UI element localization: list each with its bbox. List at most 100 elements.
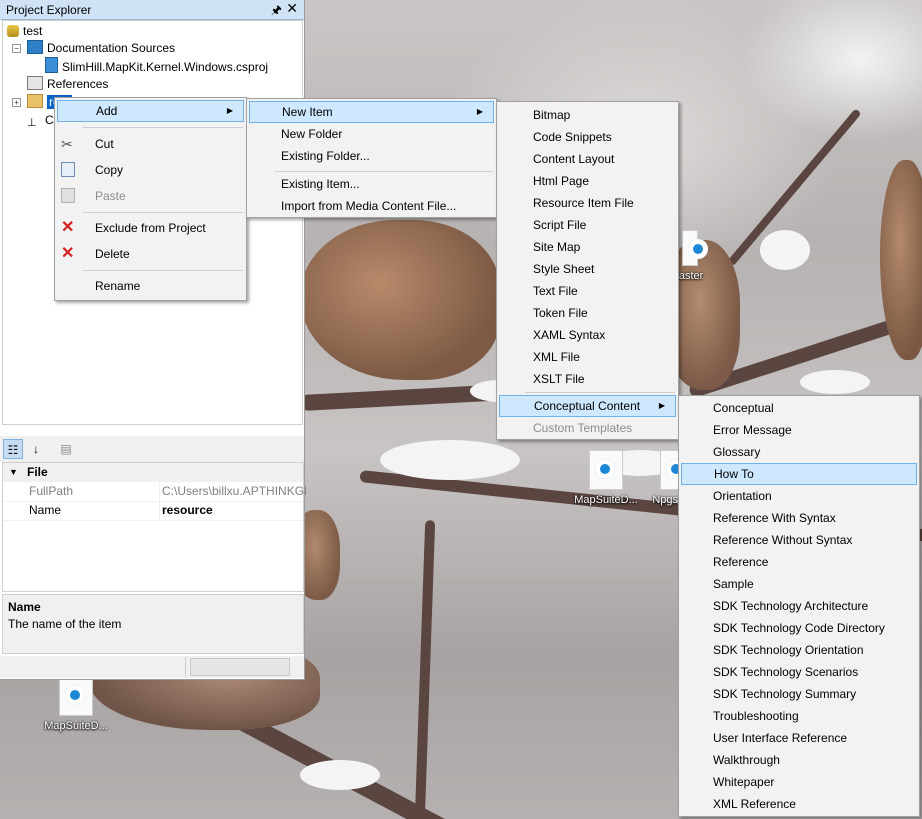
menu-item-conceptual-option[interactable]: Orientation: [681, 485, 917, 507]
menu-item-conceptual-option[interactable]: Reference Without Syntax: [681, 529, 917, 551]
menu-item-new-item-option[interactable]: Script File: [499, 214, 676, 236]
menu-item-new-item-option[interactable]: XML File: [499, 346, 676, 368]
menu-item-conceptual-option[interactable]: SDK Technology Summary: [681, 683, 917, 705]
properties-toolbar: ☷ ↓ ▤: [0, 436, 304, 462]
submenu-arrow-icon: ▶: [476, 107, 483, 116]
menu-item-conceptual-option[interactable]: Reference With Syntax: [681, 507, 917, 529]
snow: [800, 370, 870, 394]
references-icon: [27, 76, 43, 90]
menu-item-copy[interactable]: Copy: [57, 159, 244, 181]
status-bar: [0, 656, 304, 678]
menu-item-conceptual-option[interactable]: Glossary: [681, 441, 917, 463]
menu-item-new-item-option[interactable]: Text File: [499, 280, 676, 302]
categorized-icon[interactable]: ☷: [3, 439, 23, 459]
snow: [300, 760, 380, 790]
divider: [185, 657, 186, 677]
snow: [380, 440, 520, 480]
project-icon: [7, 25, 19, 37]
property-row-name[interactable]: Name resource: [3, 501, 303, 521]
menu-item-conceptual-option[interactable]: Whitepaper: [681, 771, 917, 793]
menu-item-exclude[interactable]: ✕ Exclude from Project: [57, 217, 244, 239]
menu-item-conceptual-option[interactable]: SDK Technology Architecture: [681, 595, 917, 617]
menu-item-rename[interactable]: Rename: [57, 275, 244, 297]
menu-item-conceptual-option[interactable]: Conceptual: [681, 397, 917, 419]
menu-item-new-item-option[interactable]: Content Layout: [499, 148, 676, 170]
property-pages-icon[interactable]: ▤: [56, 439, 76, 459]
separator: [525, 392, 675, 393]
menu-item-cut[interactable]: ✂ Cut: [57, 133, 244, 155]
menu-item-new-item-option[interactable]: Token File: [499, 302, 676, 324]
close-icon[interactable]: ✕: [286, 0, 298, 17]
red-x-icon: ✕: [61, 245, 75, 262]
add-submenu: New Item ▶ New Folder Existing Folder...…: [246, 98, 497, 218]
red-x-icon: ✕: [61, 219, 75, 236]
menu-item-new-item-option[interactable]: Site Map: [499, 236, 676, 258]
property-description: Name The name of the item: [2, 594, 304, 654]
menu-item-existing-folder[interactable]: Existing Folder...: [249, 145, 494, 167]
menu-item-conceptual-option[interactable]: Walkthrough: [681, 749, 917, 771]
pin-icon[interactable]: 🖈: [271, 1, 282, 22]
alphabetical-sort-icon[interactable]: ↓: [26, 439, 46, 459]
menu-item-conceptual-content[interactable]: Conceptual Content ▶: [499, 395, 676, 417]
menu-item-conceptual-option[interactable]: Reference: [681, 551, 917, 573]
submenu-arrow-icon: ▶: [658, 401, 665, 410]
menu-item-conceptual-option[interactable]: Troubleshooting: [681, 705, 917, 727]
property-row-fullpath[interactable]: FullPath C:\Users\billxu.APTHINKGEO: [3, 482, 306, 502]
tree-node-csproj[interactable]: SlimHill.MapKit.Kernel.Windows.csproj: [45, 57, 268, 75]
menu-item-new-item[interactable]: New Item ▶: [249, 101, 494, 123]
paste-icon: [61, 188, 75, 203]
menu-item-paste[interactable]: Paste: [57, 185, 244, 207]
menu-item-new-item-option[interactable]: XAML Syntax: [499, 324, 676, 346]
snow: [760, 230, 810, 270]
hierarchy-icon: ⊥: [27, 117, 37, 129]
tree-node-root[interactable]: test: [7, 22, 42, 40]
mapsuite-file-icon: [59, 676, 93, 716]
conceptual-content-submenu: Conceptual Error Message Glossary How To Ori…: [678, 395, 920, 817]
menu-item-delete[interactable]: ✕ Delete: [57, 243, 244, 265]
scissors-icon: ✂: [61, 136, 73, 152]
category-header[interactable]: ▼ File: [3, 463, 303, 482]
menu-item-conceptual-option[interactable]: SDK Technology Orientation: [681, 639, 917, 661]
menu-item-conceptual-option[interactable]: How To: [681, 463, 917, 485]
title-bar: Project Explorer 🖈 ✕: [0, 0, 304, 20]
progress-bar: [190, 658, 290, 676]
menu-item-new-item-option[interactable]: Html Page: [499, 170, 676, 192]
expand-toggle[interactable]: +: [12, 98, 21, 107]
menu-item-new-item-option[interactable]: Style Sheet: [499, 258, 676, 280]
menu-item-new-item-option[interactable]: Resource Item File: [499, 192, 676, 214]
desktop-icon-npgs[interactable]: Npgs: [628, 450, 686, 506]
menu-item-new-item-option[interactable]: Bitmap: [499, 104, 676, 126]
menu-item-import-media[interactable]: Import from Media Content File...: [249, 195, 494, 217]
context-menu: Add ▶ ✂ Cut Copy Paste ✕ Exclude from Pr…: [54, 97, 247, 301]
folder-icon: [27, 94, 43, 108]
separator: [83, 270, 243, 271]
menu-item-new-item-option[interactable]: Code Snippets: [499, 126, 676, 148]
tree-node-doc-sources[interactable]: Documentation Sources: [27, 39, 175, 57]
separator: [83, 212, 243, 213]
menu-item-existing-item[interactable]: Existing Item...: [249, 173, 494, 195]
collapse-caret-icon[interactable]: ▼: [9, 463, 18, 482]
desktop-icon-mapsuite-2[interactable]: MapSuiteD...: [40, 676, 112, 732]
collapse-toggle[interactable]: −: [12, 44, 21, 53]
npgs-file-icon: [660, 450, 686, 490]
doc-sources-icon: [27, 40, 43, 54]
separator: [83, 127, 243, 128]
tree-node-content-layout[interactable]: ⊥ C: [27, 111, 54, 129]
tree-node-references[interactable]: References: [27, 75, 108, 93]
menu-item-custom-templates[interactable]: Custom Templates: [499, 417, 676, 439]
submenu-arrow-icon: ▶: [226, 106, 233, 115]
menu-item-new-item-option[interactable]: XSLT File: [499, 368, 676, 390]
new-item-submenu: Bitmap Code Snippets Content Layout Html Pa…: [496, 101, 679, 440]
menu-item-conceptual-option[interactable]: XML Reference: [681, 793, 917, 815]
menu-item-conceptual-option[interactable]: SDK Technology Code Directory: [681, 617, 917, 639]
csproj-file-icon: [45, 57, 58, 73]
menu-item-add[interactable]: Add ▶: [57, 100, 244, 122]
separator: [275, 171, 493, 172]
menu-item-conceptual-option[interactable]: Error Message: [681, 419, 917, 441]
menu-item-conceptual-option[interactable]: User Interface Reference: [681, 727, 917, 749]
branch: [414, 520, 436, 819]
folder-icon: [682, 230, 708, 266]
menu-item-conceptual-option[interactable]: Sample: [681, 573, 917, 595]
menu-item-new-folder[interactable]: New Folder: [249, 123, 494, 145]
menu-item-conceptual-option[interactable]: SDK Technology Scenarios: [681, 661, 917, 683]
